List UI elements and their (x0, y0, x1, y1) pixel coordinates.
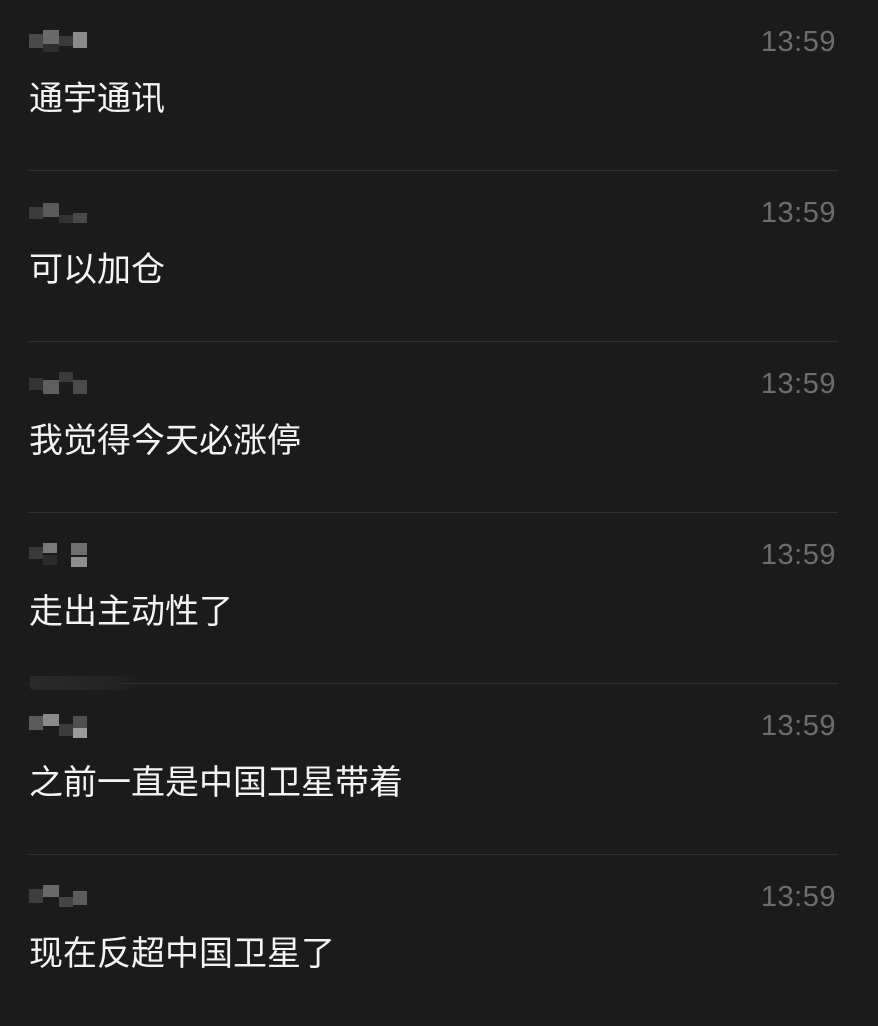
message-text: 现在反超中国卫星了 (29, 934, 335, 974)
list-item[interactable]: 13:59 我觉得今天必涨停 (0, 342, 878, 513)
list-item[interactable]: 13:59 可以加仓 (0, 171, 878, 342)
message-time: 13:59 (760, 710, 836, 742)
message-time: 13:59 (760, 368, 836, 400)
avatar (29, 885, 89, 909)
chat-message-list: 13:59 通宇通讯 13:59 可以加仓 13:59 我觉得今天必涨停 13:… (0, 0, 878, 1026)
message-time: 13:59 (760, 26, 836, 58)
message-text: 走出主动性了 (29, 592, 233, 632)
avatar (29, 372, 89, 396)
avatar (29, 201, 89, 225)
message-time: 13:59 (760, 197, 836, 229)
list-item[interactable]: 13:59 走出主动性了 (0, 513, 878, 684)
message-text: 可以加仓 (29, 250, 165, 290)
message-text: 通宇通讯 (29, 79, 165, 119)
message-time: 13:59 (760, 539, 836, 571)
scroll-smudge (30, 676, 142, 690)
message-time: 13:59 (760, 881, 836, 913)
list-item[interactable]: 13:59 现在反超中国卫星了 (0, 855, 878, 1026)
list-item[interactable]: 13:59 之前一直是中国卫星带着 (0, 684, 878, 855)
avatar (29, 714, 89, 738)
list-item[interactable]: 13:59 通宇通讯 (0, 0, 878, 171)
avatar (29, 30, 89, 54)
message-text: 之前一直是中国卫星带着 (29, 763, 403, 803)
avatar (29, 543, 89, 567)
message-text: 我觉得今天必涨停 (29, 421, 301, 461)
